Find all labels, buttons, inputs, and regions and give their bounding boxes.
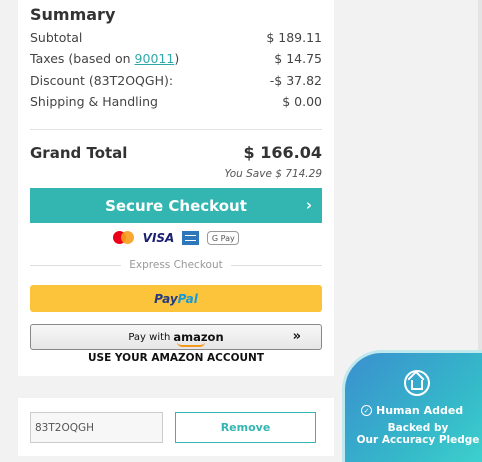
home-icon — [404, 370, 430, 396]
secure-checkout-label: Secure Checkout — [105, 196, 247, 215]
express-checkout-divider: Express Checkout — [30, 259, 322, 271]
scroll-edge — [478, 0, 482, 350]
express-checkout-label: Express Checkout — [129, 259, 223, 271]
human-added-row: ✓ Human Added — [361, 404, 463, 417]
check-circle-icon: ✓ — [361, 405, 372, 416]
express-line-left — [30, 264, 122, 266]
paypal-button[interactable]: Pay Pal — [30, 285, 322, 312]
mastercard-icon — [112, 230, 135, 246]
double-arrow-icon: » — [292, 329, 301, 344]
payment-methods: VISA G Pay — [18, 230, 334, 246]
google-pay-icon: G Pay — [207, 231, 240, 245]
taxes-amount: $ 14.75 — [274, 51, 322, 66]
paypal-logo-pay: Pay — [154, 291, 178, 306]
paypal-logo-pal: Pal — [177, 291, 198, 306]
secure-checkout-button[interactable]: Secure Checkout › — [30, 188, 322, 223]
visa-icon: VISA — [142, 231, 175, 245]
taxes-label: Taxes (based on 90011) — [30, 51, 179, 66]
grand-total-amount: $ 166.04 — [243, 143, 322, 162]
summary-divider — [30, 129, 322, 130]
subtotal-label: Subtotal — [30, 30, 83, 45]
shipping-row: Shipping & Handling $ 0.00 — [30, 94, 322, 109]
shipping-label: Shipping & Handling — [30, 94, 158, 109]
remove-promo-button[interactable]: Remove — [175, 412, 316, 443]
accuracy-pledge-text: Backed by Our Accuracy Pledge — [345, 422, 482, 446]
human-added-label: Human Added — [376, 404, 464, 417]
promo-code-card: Remove — [18, 398, 334, 456]
taxes-row: Taxes (based on 90011) $ 14.75 — [30, 51, 322, 66]
subtotal-amount: $ 189.11 — [266, 30, 322, 45]
promo-code-input[interactable] — [30, 412, 163, 443]
amazon-pay-prefix: Pay with — [128, 331, 171, 343]
grand-total-row: Grand Total $ 166.04 — [30, 143, 322, 162]
zip-code-link[interactable]: 90011 — [135, 51, 175, 66]
you-save-text: You Save $ 714.29 — [224, 168, 322, 180]
pledge-line: Our Accuracy Pledge — [356, 434, 480, 446]
amazon-pay-button[interactable]: Pay with amazon » — [30, 324, 322, 350]
grand-total-label: Grand Total — [30, 144, 128, 162]
discount-amount: -$ 37.82 — [269, 73, 322, 88]
discount-label: Discount (83T2OQGH): — [30, 73, 174, 88]
chevron-right-icon: › — [305, 196, 312, 214]
express-line-right — [230, 264, 322, 266]
taxes-label-prefix: Taxes (based on — [30, 51, 135, 66]
amex-icon — [182, 231, 200, 245]
shipping-amount: $ 0.00 — [282, 94, 322, 109]
amazon-logo: amazon — [173, 330, 224, 347]
amazon-account-note: USE YOUR AMAZON ACCOUNT — [88, 352, 264, 364]
discount-row: Discount (83T2OQGH): -$ 37.82 — [30, 73, 322, 88]
subtotal-row: Subtotal $ 189.11 — [30, 30, 322, 45]
order-summary-card: Summary Subtotal $ 189.11 Taxes (based o… — [18, 0, 334, 376]
accuracy-pledge-badge[interactable]: ✓ Human Added Backed by Our Accuracy Ple… — [342, 350, 482, 462]
backed-by-line: Backed by — [387, 422, 449, 434]
summary-title: Summary — [30, 5, 116, 24]
taxes-label-suffix: ) — [174, 51, 180, 66]
